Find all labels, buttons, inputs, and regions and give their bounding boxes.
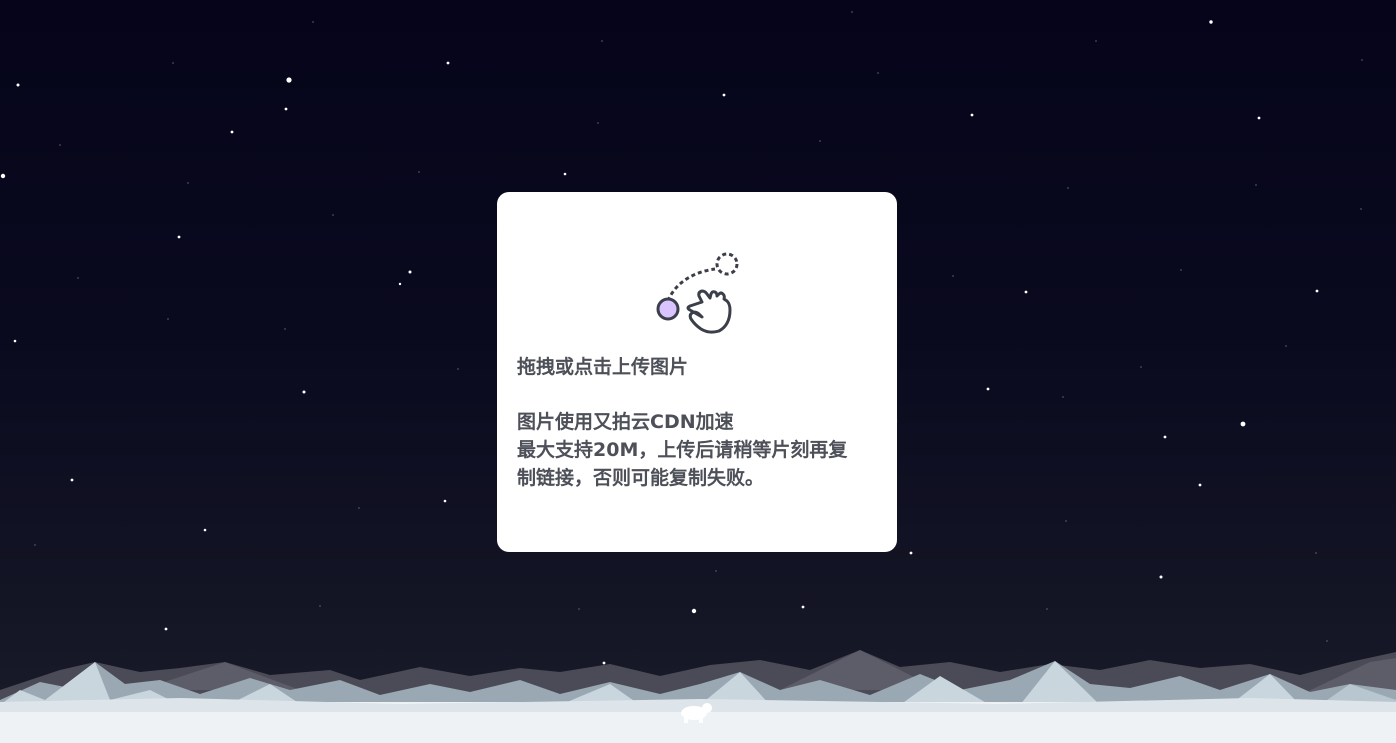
upload-title: 拖拽或点击上传图片 bbox=[517, 356, 689, 378]
upload-desc-line: 制链接，否则可能复制失败。 bbox=[517, 467, 765, 489]
upload-desc-line: 最大支持20M，上传后请稍等片刻再复 bbox=[517, 439, 848, 461]
upload-dropzone[interactable]: 拖拽或点击上传图片 图片使用又拍云CDN加速 最大支持20M，上传后请稍等片刻再… bbox=[497, 192, 897, 552]
upload-desc-line: 图片使用又拍云CDN加速 bbox=[517, 411, 734, 433]
drag-hand-icon bbox=[656, 252, 739, 334]
upload-description: 图片使用又拍云CDN加速 最大支持20M，上传后请稍等片刻再复 制链接，否则可能… bbox=[517, 408, 867, 492]
